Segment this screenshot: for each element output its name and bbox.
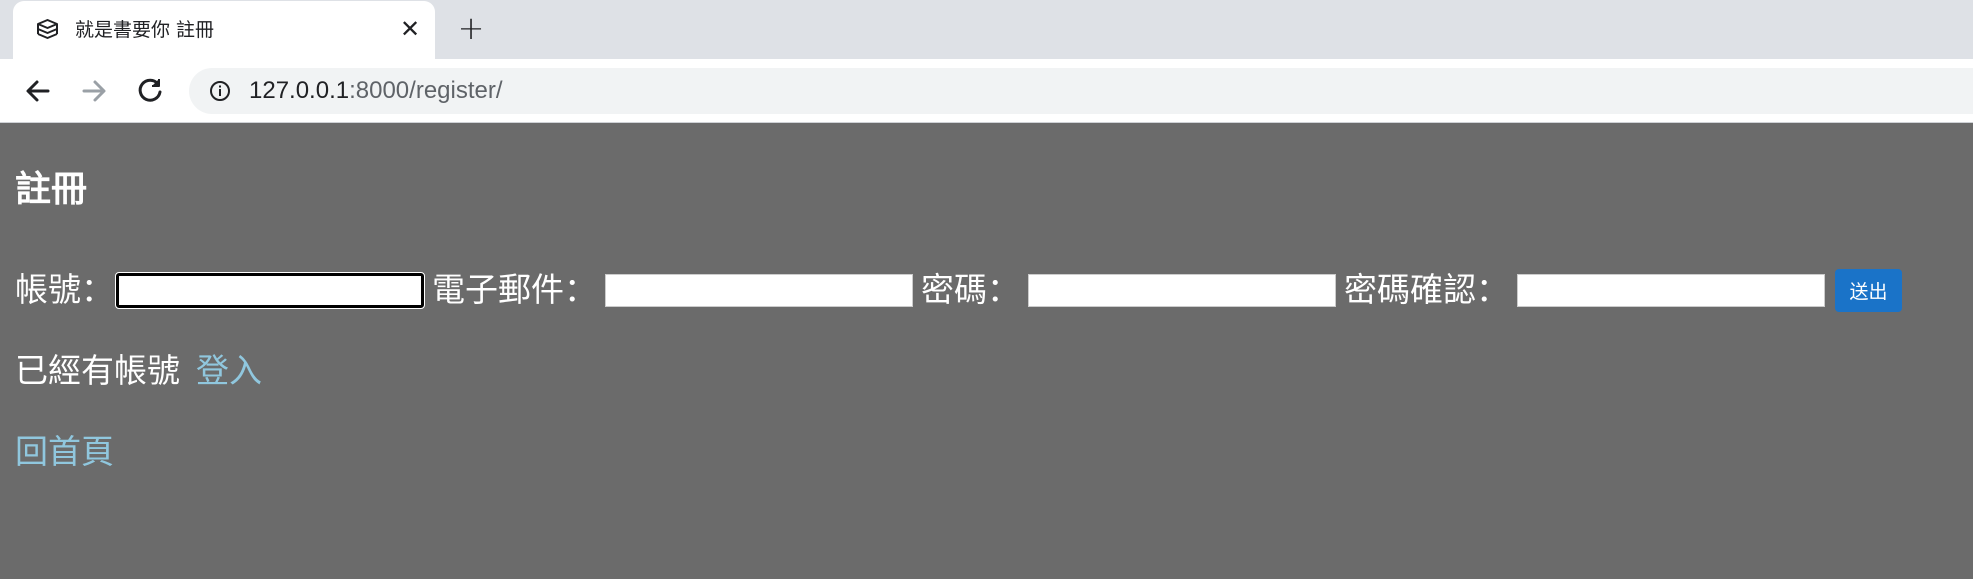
- password-input[interactable]: [1028, 273, 1336, 307]
- new-tab-button[interactable]: +: [456, 12, 486, 45]
- reload-icon[interactable]: [134, 75, 166, 107]
- books-icon: [37, 19, 58, 39]
- address-bar[interactable]: 127.0.0.1:8000/register/: [189, 68, 1973, 114]
- username-label: 帳號：: [15, 270, 114, 309]
- info-icon[interactable]: [209, 80, 231, 102]
- confirm-password-input[interactable]: [1517, 273, 1825, 307]
- have-account-line: 已經有帳號 登入: [15, 351, 262, 391]
- email-label: 電子郵件：: [432, 270, 597, 309]
- tab-title: 就是書要你 註冊: [75, 19, 215, 41]
- url-text[interactable]: 127.0.0.1:8000/register/: [249, 78, 503, 104]
- email-input[interactable]: [605, 273, 913, 307]
- browser-tab-strip: 就是書要你 註冊 ✕ +: [0, 0, 1973, 59]
- confirm-password-label: 密碼確認：: [1344, 270, 1509, 309]
- home-link[interactable]: 回首頁: [15, 432, 114, 472]
- close-tab-icon[interactable]: ✕: [397, 15, 423, 43]
- have-account-text: 已經有帳號: [15, 351, 180, 390]
- page-title: 註冊: [15, 169, 88, 210]
- browser-tab[interactable]: 就是書要你 註冊 ✕: [13, 1, 435, 59]
- register-form: 帳號： 電子郵件： 密碼： 密碼確認： 送出: [15, 268, 1902, 312]
- login-link[interactable]: 登入: [196, 351, 262, 390]
- arrow-right-icon[interactable]: [78, 75, 110, 107]
- arrow-left-icon[interactable]: [22, 75, 54, 107]
- browser-toolbar: 127.0.0.1:8000/register/: [0, 59, 1973, 123]
- url-host: 127.0.0.1: [249, 77, 350, 104]
- password-label: 密碼：: [921, 270, 1020, 309]
- page-content: 註冊 帳號： 電子郵件： 密碼： 密碼確認： 送出 已經有帳號 登入 回首頁: [0, 124, 1973, 579]
- url-path: :8000/register/: [349, 77, 503, 104]
- submit-button[interactable]: 送出: [1835, 268, 1902, 312]
- username-input[interactable]: [115, 271, 425, 309]
